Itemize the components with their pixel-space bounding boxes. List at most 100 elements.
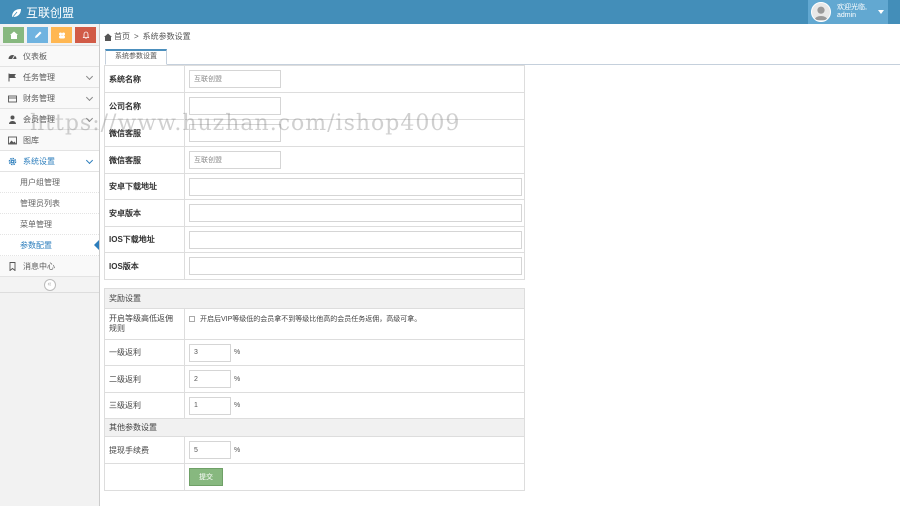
android-version-input[interactable] [189, 204, 522, 222]
breadcrumb-current: 系统参数设置 [142, 32, 191, 41]
sidebar: 仪表板 任务管理 财务管理 会员管理 图库 系统设置 用户组管理 管理员列表 菜… [0, 24, 100, 506]
flag-icon [8, 73, 16, 81]
sidebar-collapse: « [0, 277, 99, 293]
breadcrumb-home[interactable]: 首页 [114, 31, 130, 42]
percent-unit: % [234, 349, 241, 356]
form-row-level2-rebate: 二级返利 2% [105, 366, 524, 393]
sidebar-item-system-settings[interactable]: 系统设置 [0, 151, 99, 172]
gear-icon [8, 157, 16, 165]
field-label: 安卓下载地址 [105, 174, 185, 199]
breadcrumb-separator: > [134, 32, 139, 41]
wallet-icon [7, 95, 17, 102]
sidebar-item-label: 财务管理 [23, 93, 55, 103]
home-icon [9, 31, 18, 39]
form-row-level1-rebate: 一级返利 3% [105, 340, 524, 366]
rebate-rule-checkbox[interactable] [189, 316, 195, 322]
field-label: 一级返利 [105, 340, 185, 365]
top-navbar: 互联创盟 欢迎光临, admin [0, 0, 900, 24]
sidebar-item-label: 图库 [23, 135, 39, 145]
dashboard-icon [8, 54, 16, 59]
sidebar-subitem-parameter-config[interactable]: 参数配置 [0, 235, 99, 256]
empty-label [105, 464, 185, 490]
subitem-label: 管理员列表 [20, 198, 60, 208]
percent-unit: % [234, 402, 241, 409]
level3-rebate-input[interactable]: 1 [189, 396, 231, 415]
field-label: 三级返利 [105, 393, 185, 418]
field-label: 系统名称 [105, 66, 185, 92]
level1-rebate-input[interactable]: 3 [189, 343, 231, 362]
field-label: IOS版本 [105, 253, 185, 279]
basic-settings-panel: 系统名称 互联创盟 公司名称 微信客服 微信客服 互联创盟 安卓下载地址 安卓版… [104, 65, 525, 280]
shortcut-notifications[interactable] [75, 27, 96, 43]
picture-icon [7, 136, 17, 144]
leaf-icon [11, 8, 21, 18]
brand-name: 互联创盟 [26, 6, 75, 20]
percent-unit: % [234, 375, 241, 383]
form-row-ios-url: IOS下载地址 [105, 227, 524, 253]
android-url-input[interactable] [189, 177, 522, 196]
shortcut-home[interactable] [3, 27, 24, 43]
sidebar-item-label: 任务管理 [23, 72, 55, 82]
sidebar-subitem-user-groups[interactable]: 用户组管理 [0, 172, 99, 193]
form-row-ios-version: IOS版本 [105, 253, 524, 279]
sidebar-subitem-admin-list[interactable]: 管理员列表 [0, 193, 99, 214]
other-section-title: 其他参数设置 [105, 419, 524, 437]
subitem-label: 菜单管理 [20, 219, 52, 229]
avatar [811, 2, 831, 22]
reward-section-title: 奖励设置 [105, 289, 524, 309]
sidebar-item-dashboard[interactable]: 仪表板 [0, 46, 99, 67]
sidebar-item-label: 仪表板 [23, 51, 47, 61]
welcome-text: 欢迎光临, [837, 4, 867, 11]
level2-rebate-input[interactable]: 2 [189, 370, 231, 388]
subitem-label: 用户组管理 [20, 177, 60, 187]
shortcut-users[interactable] [51, 27, 72, 43]
breadcrumb: 首页 > 系统参数设置 [100, 24, 900, 49]
field-label: 提现手续费 [105, 437, 185, 463]
wechat-service-2-input[interactable]: 互联创盟 [189, 151, 281, 169]
ios-url-input[interactable] [189, 230, 522, 249]
chevron-down-icon [85, 93, 94, 102]
subitem-label: 参数配置 [20, 240, 52, 250]
field-label: 微信客服 [105, 147, 185, 173]
form-row-android-version: 安卓版本 [105, 200, 524, 227]
brand[interactable]: 互联创盟 [10, 4, 74, 21]
sidebar-item-label: 系统设置 [23, 156, 55, 166]
form-row-level3-rebate: 三级返利 1% [105, 393, 524, 419]
percent-unit: % [234, 446, 241, 454]
sidebar-item-label: 消息中心 [23, 261, 55, 271]
chevron-down-icon [85, 156, 94, 165]
system-name-input[interactable]: 互联创盟 [189, 70, 281, 88]
caret-down-icon [878, 10, 884, 14]
user-avatar-icon [814, 6, 828, 21]
form-row-withdraw-fee: 提现手续费 5% [105, 437, 524, 464]
watermark: https://www.huzhan.com/ishop4009 [30, 111, 461, 136]
field-label: 安卓版本 [105, 200, 185, 226]
sidebar-subitem-menu-management[interactable]: 菜单管理 [0, 214, 99, 235]
sidebar-item-message-center[interactable]: 消息中心 [0, 256, 99, 277]
bell-icon [82, 31, 89, 39]
reward-settings-panel: 奖励设置 开启等级高低返佣规则 开启后VIP等级低的会员拿不到等级比他高的会员任… [104, 288, 525, 491]
shortcut-edit[interactable] [27, 27, 48, 43]
form-row-system-name: 系统名称 互联创盟 [105, 66, 524, 93]
user-icon [8, 115, 16, 124]
sidebar-item-finance[interactable]: 财务管理 [0, 88, 99, 109]
form-row-submit: 提交 [105, 464, 524, 490]
pencil-icon [34, 31, 41, 38]
ios-version-input[interactable] [189, 257, 522, 275]
username: admin [837, 12, 857, 19]
collapse-sidebar-button[interactable]: « [43, 278, 56, 291]
field-label: 二级返利 [105, 366, 185, 392]
sidebar-item-tasks[interactable]: 任务管理 [0, 67, 99, 88]
withdraw-fee-input[interactable]: 5 [189, 441, 231, 459]
submit-button[interactable]: 提交 [189, 468, 223, 486]
tab-system-params[interactable]: 系统参数设置 [105, 49, 167, 65]
field-label: 开启等级高低返佣规则 [105, 309, 185, 339]
home-icon [104, 33, 112, 41]
form-row-android-url: 安卓下载地址 [105, 174, 524, 200]
user-menu[interactable]: 欢迎光临, admin [808, 0, 888, 24]
form-row-rebate-rule: 开启等级高低返佣规则 开启后VIP等级低的会员拿不到等级比他高的会员任务返佣，高… [105, 309, 524, 340]
chevron-down-icon [85, 72, 94, 81]
bookmark-icon [9, 261, 15, 271]
users-icon [58, 32, 65, 39]
field-label: IOS下载地址 [105, 227, 185, 252]
